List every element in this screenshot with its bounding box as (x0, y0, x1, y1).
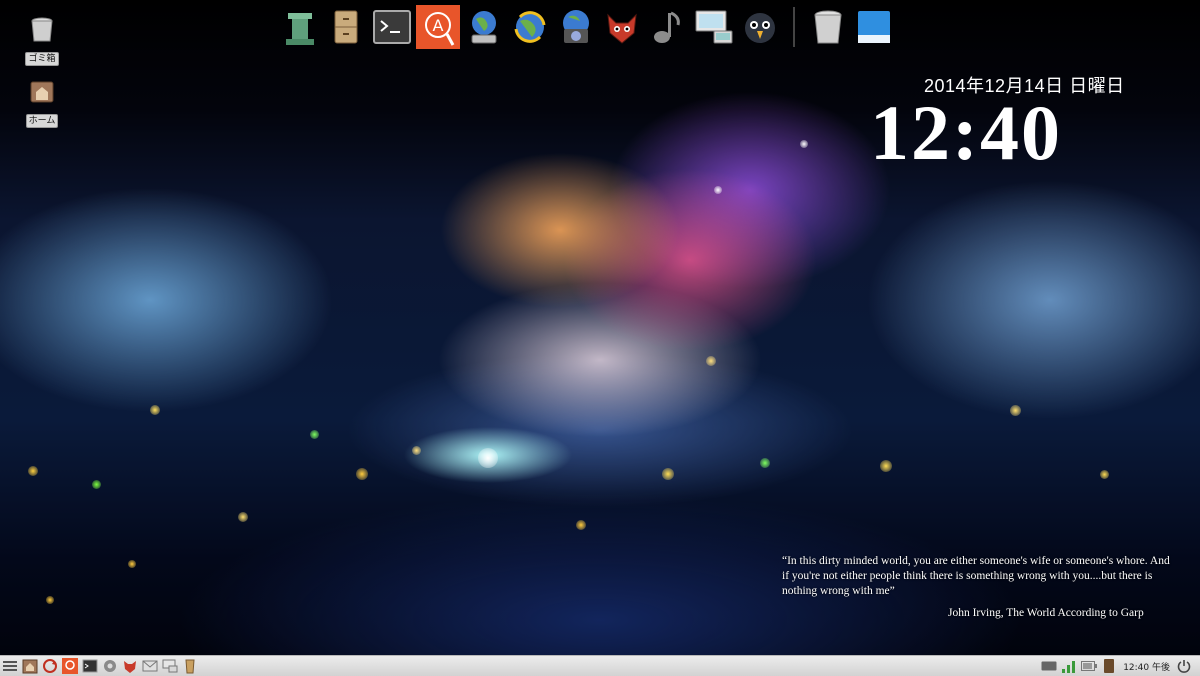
music-note-icon (654, 11, 680, 43)
taskbar-launcher-settings[interactable] (102, 658, 118, 674)
taskbar-launcher-home[interactable] (22, 658, 38, 674)
dock-item-sync[interactable] (508, 5, 552, 49)
taskbar-launcher-fox[interactable] (122, 658, 138, 674)
settings-icon (104, 660, 116, 672)
desktop-icon-label: ゴミ箱 (25, 52, 59, 66)
bird-icon (745, 13, 775, 43)
cabinet-icon (334, 10, 358, 44)
power-icon (1177, 660, 1191, 673)
taskbar-menu-button[interactable] (2, 658, 18, 674)
sync-globe-icon (514, 11, 546, 43)
remote-desktop-icon (695, 10, 733, 44)
quote-text: “In this dirty minded world, you are eit… (782, 555, 1170, 597)
taskbar-launcher-drink[interactable] (182, 658, 198, 674)
column-icon (286, 13, 314, 45)
dock-item-window[interactable] (852, 5, 896, 49)
fox-icon (124, 661, 136, 673)
taskbar-launcher-mail[interactable] (142, 658, 158, 674)
dock-item-fox[interactable] (600, 5, 644, 49)
terminal-icon (82, 659, 98, 673)
desktop-trash[interactable]: ゴミ箱 (22, 14, 62, 66)
globe-camera-icon (563, 10, 589, 43)
trash-icon (27, 14, 57, 44)
dock-separator (793, 7, 795, 47)
software-icon (62, 658, 78, 674)
remote-icon (162, 659, 178, 673)
tray-logout-button[interactable] (1176, 658, 1192, 674)
home-icon (22, 659, 38, 674)
dock-item-network[interactable] (462, 5, 506, 49)
clock-time: 12:40 (870, 89, 1062, 176)
dock-item-globe-camera[interactable] (554, 5, 598, 49)
taskbar-launcher-terminal[interactable] (82, 658, 98, 674)
tray-network[interactable] (1061, 658, 1077, 674)
desktop-home[interactable]: ホーム (22, 76, 62, 128)
fox-icon (607, 13, 637, 44)
terminal-icon (373, 10, 411, 44)
dock-item-trash[interactable] (806, 5, 850, 49)
trash-can-icon (814, 10, 842, 44)
menu-icon (3, 661, 17, 671)
svg-text:A: A (433, 16, 444, 35)
sync-icon (43, 659, 57, 673)
quote-author: John Irving, The World According to Garp (948, 607, 1144, 619)
drink-icon (185, 659, 195, 674)
tray-battery[interactable] (1081, 658, 1098, 674)
tray-clock[interactable]: 12:40 午後 (1123, 660, 1170, 673)
desktop-icon-label: ホーム (25, 114, 59, 128)
tray-app[interactable] (1101, 658, 1117, 674)
drink-icon (1104, 659, 1115, 673)
mail-icon (142, 660, 158, 672)
network-signal-icon (1062, 661, 1076, 673)
battery-icon (1081, 661, 1098, 671)
home-folder-icon (27, 76, 57, 106)
dock: A (277, 4, 897, 50)
taskbar-launcher-software[interactable] (62, 658, 78, 674)
dock-item-remote-desktop[interactable] (692, 5, 736, 49)
tray-keyboard[interactable] (1041, 658, 1057, 674)
globe-network-icon (471, 11, 497, 44)
keyboard-icon (1041, 661, 1057, 671)
dock-item-bird[interactable] (738, 5, 782, 49)
dock-item-column[interactable] (278, 5, 322, 49)
software-center-icon: A (416, 5, 460, 49)
taskbar: 12:40 午後 (0, 655, 1200, 676)
window-icon (858, 11, 890, 43)
dock-item-cabinet[interactable] (324, 5, 368, 49)
dock-item-software-center[interactable]: A (416, 5, 460, 49)
system-tray: 12:40 午後 (1039, 657, 1194, 675)
taskbar-launcher-sync[interactable] (42, 658, 58, 674)
taskbar-launcher-remote[interactable] (162, 658, 178, 674)
dock-item-music[interactable] (646, 5, 690, 49)
dock-item-terminal[interactable] (370, 5, 414, 49)
